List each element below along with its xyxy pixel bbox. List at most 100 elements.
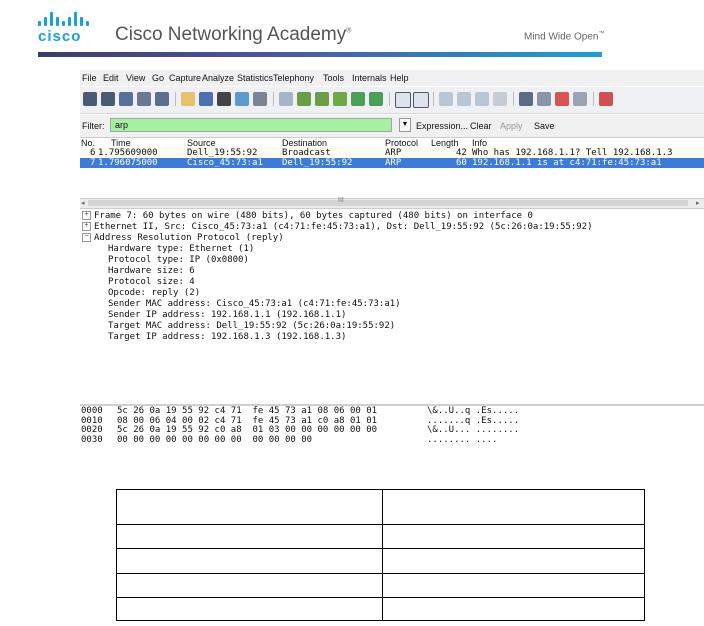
col-source[interactable]: Source [187,138,216,148]
arp-field[interactable]: Protocol size: 4 [108,277,195,288]
col-destination[interactable]: Destination [282,138,327,148]
table-cell[interactable] [382,489,645,525]
reload-icon[interactable] [235,92,249,106]
filter-dropdown-icon[interactable]: ▼ [399,118,411,132]
arp-field[interactable]: Sender MAC address: Cisco_45:73:a1 (c4:7… [108,299,401,310]
col-protocol[interactable]: Protocol [385,138,418,148]
scroll-right-icon[interactable]: ▸ [696,199,700,207]
arp-field[interactable]: Opcode: reply (2) [108,288,200,299]
expression-button[interactable]: Expression... [416,121,468,131]
arp-field[interactable]: Protocol type: IP (0x0800) [108,255,249,266]
menu-file[interactable]: File [82,73,97,83]
table-cell[interactable] [116,548,383,574]
filter-input[interactable]: arp [110,118,392,132]
table-cell[interactable] [116,573,383,598]
ethernet-tree-item[interactable]: + Ethernet II, Src: Cisco_45:73:a1 (c4:71… [82,222,593,233]
save-file-icon[interactable] [199,92,213,106]
scrollbar-grip: III [338,197,344,204]
frame-tree-item[interactable]: + Frame 7: 60 bytes on wire (480 bits), 6… [82,211,533,222]
menu-tools[interactable]: Tools [323,73,344,83]
close-file-icon[interactable] [217,92,231,106]
table-cell[interactable] [382,548,645,574]
table-cell[interactable] [116,489,383,525]
preferences-icon[interactable] [573,92,587,106]
table-cell[interactable] [382,597,645,621]
menu-help[interactable]: Help [390,73,409,83]
auto-scroll-icon[interactable] [413,92,429,108]
packet-length: 42 [456,148,467,158]
arp-field[interactable]: Hardware size: 6 [108,266,195,277]
table-cell[interactable] [116,524,383,549]
restart-capture-icon[interactable] [155,92,169,106]
menu-capture[interactable]: Capture [169,73,201,83]
scrollbar-thumb[interactable] [88,200,688,206]
coloring-rules-icon[interactable] [555,92,569,106]
packet-list-scrollbar[interactable]: ◂ III ▸ [80,197,704,209]
go-to-packet-icon[interactable] [333,92,347,106]
table-cell[interactable] [382,573,645,598]
packet-list-header: No. Time Source Destination Protocol Len… [80,138,704,148]
go-last-icon[interactable] [369,92,383,106]
expand-icon[interactable]: + [82,211,91,220]
packet-no: 7 [90,158,96,168]
packet-row-selected[interactable]: 7 1.796075000 Cisco_45:73:a1 Dell_19:55:… [80,158,704,168]
print-icon[interactable] [253,92,267,106]
save-filter-button[interactable]: Save [534,121,555,131]
open-file-icon[interactable] [181,92,195,106]
help-icon[interactable] [599,92,613,106]
arp-field[interactable]: Target MAC address: Dell_19:55:92 (5c:26… [108,321,395,332]
hex-row[interactable]: 0030 00 00 00 00 00 00 00 00 00 00 00 00.… [81,434,497,446]
table-cell[interactable] [116,597,383,621]
table-row [116,524,645,549]
col-length[interactable]: Length [431,138,459,148]
hex-offset: 0030 [81,434,103,445]
filter-bar: Filter: arp ▼ Expression... Clear Apply … [80,115,704,138]
capture-filters-icon[interactable] [519,92,533,106]
go-forward-icon[interactable] [315,92,329,106]
zoom-in-icon[interactable] [439,92,453,106]
packet-time: 1.796075000 [98,158,158,168]
col-time[interactable]: Time [111,138,131,148]
options-icon[interactable] [101,92,115,106]
collapse-icon[interactable]: − [82,233,91,242]
clear-button[interactable]: Clear [470,121,492,131]
arp-tree-item[interactable]: − Address Resolution Protocol (reply) [82,233,284,244]
col-no[interactable]: No. [81,138,95,148]
resize-columns-icon[interactable] [493,92,507,106]
table-row [116,548,645,574]
menu-edit[interactable]: Edit [103,73,119,83]
display-filters-icon[interactable] [537,92,551,106]
menu-go[interactable]: Go [152,73,164,83]
interfaces-icon[interactable] [83,92,97,106]
go-back-icon[interactable] [297,92,311,106]
header-rule [38,52,602,57]
expand-icon[interactable]: + [82,222,91,231]
menu-statistics[interactable]: Statistics [237,73,273,83]
arp-field[interactable]: Target IP address: 192.168.1.3 (192.168.… [108,332,346,343]
menu-internals[interactable]: Internals [352,73,387,83]
packet-info: Who has 192.168.1.1? Tell 192.168.1.3 [472,148,673,158]
colorize-icon[interactable] [395,92,411,108]
packet-row[interactable]: 6 1.795609000 Dell_19:55:92 Broadcast AR… [80,148,704,158]
packet-source: Cisco_45:73:a1 [187,158,263,168]
table-cell[interactable] [382,524,645,549]
answer-table [116,489,645,621]
normal-size-icon[interactable] [475,92,489,106]
arp-field[interactable]: Hardware type: Ethernet (1) [108,244,254,255]
menu-analyze[interactable]: Analyze [202,73,234,83]
packet-details: + Frame 7: 60 bytes on wire (480 bits), 6… [80,209,704,401]
hex-offset: 0010 [81,415,103,426]
col-info[interactable]: Info [472,138,487,148]
scroll-left-icon[interactable]: ◂ [81,199,85,207]
arp-field[interactable]: Sender IP address: 192.168.1.1 (192.168.… [108,310,346,321]
apply-button[interactable]: Apply [500,121,523,131]
zoom-out-icon[interactable] [457,92,471,106]
menu-view[interactable]: View [126,73,145,83]
academy-title: Cisco Networking Academy® [115,24,352,45]
go-first-icon[interactable] [351,92,365,106]
start-capture-icon[interactable] [119,92,133,106]
find-packet-icon[interactable] [279,92,293,106]
stop-capture-icon[interactable] [137,92,151,106]
menu-telephony[interactable]: Telephony [273,73,314,83]
hex-offset: 0000 [81,406,103,416]
